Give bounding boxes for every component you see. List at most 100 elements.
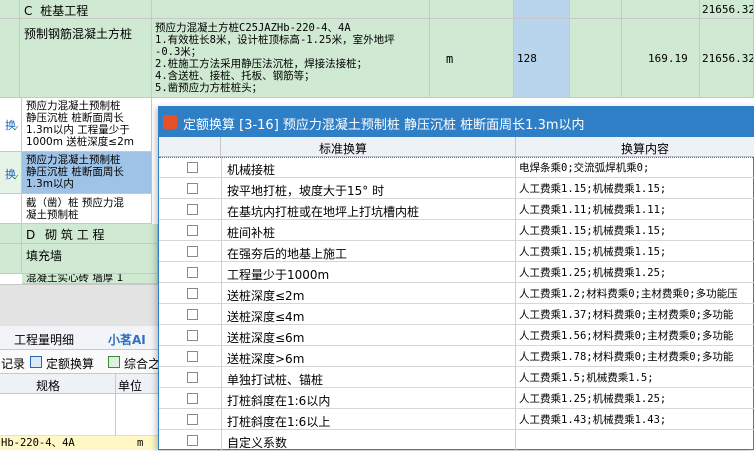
row-d-left[interactable] (0, 224, 22, 244)
quota-line: 凝土预制桩 (26, 209, 79, 221)
row-standard-name: 送桩深度>6m (227, 352, 305, 366)
row-c-left[interactable] (0, 0, 20, 19)
quota-line: 1.3m以内 工程量少于 (26, 124, 130, 136)
quota-line: 截（凿）桩 预应力混 (26, 197, 124, 209)
row-standard-name: 送桩深度≤4m (227, 310, 305, 324)
header-divider (515, 137, 516, 157)
item-row-left[interactable] (0, 19, 20, 98)
tab-ai-assistant[interactable]: 小茗AI (108, 331, 146, 348)
quota-convert-icon (30, 356, 42, 368)
dialog-row[interactable]: 在基坑内打桩或在地坪上打坑槽内桩 人工费乘1.11;机械费乘1.11; (159, 199, 754, 220)
row-fill-left[interactable] (0, 244, 22, 274)
quota-line: 静压沉桩 桩断面周长 (26, 112, 124, 124)
row-convert-content: 人工费乘1.15;机械费乘1.15; (519, 183, 667, 195)
row-c-qty (514, 0, 570, 19)
row-checkbox[interactable] (187, 246, 198, 257)
row-checkbox[interactable] (187, 267, 198, 278)
quota-row-3-name[interactable]: 截（凿）桩 预应力混 凝土预制桩 (22, 194, 152, 224)
row-checkbox[interactable] (187, 435, 198, 446)
row-checkbox[interactable] (187, 204, 198, 215)
row-checkbox[interactable] (187, 162, 198, 173)
partial-row[interactable]: 混凝土实心砖 墙厚 1 (22, 274, 158, 284)
check-mark-icon: ✓ (13, 173, 20, 182)
row-standard-name: 单独打试桩、锚桩 (227, 373, 324, 387)
item-description[interactable]: 预应力混凝土方桩C25JAZHb-220-4、4A 1.有效桩长8米，设计桩顶标… (152, 19, 430, 98)
row-convert-content: 人工费乘1.56;材料费乘0;主材费乘0;多功能 (519, 330, 734, 342)
item-qty[interactable]: 128 (514, 19, 570, 98)
quota-row-2-name[interactable]: 预应力混凝土预制桩 静压沉桩 桩断面周长 1.3m以内 (22, 152, 152, 194)
desc-line: 预应力混凝土方桩C25JAZHb-220-4、4A (155, 22, 351, 34)
quota-row-3-icon-cell[interactable] (0, 194, 22, 224)
combined-icon (108, 356, 120, 368)
section-code: D (26, 228, 36, 242)
section-name: 砌 筑 工 程 (45, 228, 105, 242)
pane-splitter[interactable] (0, 284, 160, 326)
dialog-row[interactable]: 自定义系数 (159, 430, 754, 451)
dialog-title: 定额换算 [3-16] 预应力混凝土预制桩 静压沉桩 桩断面周长1.3m以内 (183, 118, 585, 133)
quota-row-2-icon-cell[interactable]: 换 ✓ (0, 152, 22, 194)
row-checkbox[interactable] (187, 330, 198, 341)
item-price-blank (570, 19, 622, 98)
dialog-row[interactable]: 送桩深度>6m 人工费乘1.78;材料费乘0;主材费乘0;多功能 (159, 346, 754, 367)
row-c-price (570, 0, 622, 19)
quota-line: 1000m 送桩深度≤2m (26, 136, 134, 148)
desc-line: 5.凿预应力方桩桩头； (155, 82, 263, 94)
header-unit: 单位 (118, 379, 143, 393)
row-standard-name: 机械接桩 (227, 163, 276, 177)
row-checkbox[interactable] (187, 393, 198, 404)
dialog-rows: 机械接桩 电焊条乘0;交流弧焊机乘0; 按平地打桩，坡度大于15° 时 人工费乘… (159, 157, 754, 451)
desc-line: 2.桩施工方法采用静压法沉桩，焊接法接桩； (155, 58, 368, 70)
dialog-row[interactable]: 桩间补桩 人工费乘1.15;机械费乘1.15; (159, 220, 754, 241)
quota-row-1-name[interactable]: 预应力混凝土预制桩 静压沉桩 桩断面周长 1.3m以内 工程量少于 1000m … (22, 98, 152, 152)
quota-line: 静压沉桩 桩断面周长 (26, 166, 124, 178)
dialog-row[interactable]: 送桩深度≤4m 人工费乘1.37;材料费乘0;主材费乘0;多功能 (159, 304, 754, 325)
bottom-spec-value: Hb-220-4、4A (1, 437, 75, 449)
row-convert-content: 人工费乘1.15;机械费乘1.15; (519, 225, 667, 237)
row-checkbox[interactable] (187, 414, 198, 425)
dialog-row[interactable]: 在强夯后的地基上施工 人工费乘1.15;机械费乘1.15; (159, 241, 754, 262)
row-standard-name: 桩间补桩 (227, 226, 276, 240)
row-checkbox[interactable] (187, 183, 198, 194)
row-convert-content: 人工费乘1.5;机械费乘1.5; (519, 372, 654, 384)
row-checkbox[interactable] (187, 309, 198, 320)
row-c-name[interactable]: C 桩基工程 (20, 0, 152, 19)
quota-row-1-icon-cell[interactable]: 换 ✓ (0, 98, 22, 152)
check-mark-icon: ✓ (13, 124, 20, 133)
row-c-unit (430, 0, 514, 19)
row-checkbox[interactable] (187, 225, 198, 236)
item-name[interactable]: 预制钢筋混凝土方桩 (20, 19, 152, 98)
item-unit[interactable]: m (430, 19, 514, 98)
toolbar-combined[interactable]: 综合之 (124, 355, 160, 372)
row-convert-content: 人工费乘1.78;材料费乘0;主材费乘0;多功能 (519, 351, 734, 363)
bottom-data-row[interactable]: Hb-220-4、4A m (0, 436, 160, 450)
row-c-price2 (622, 0, 700, 19)
row-checkbox[interactable] (187, 351, 198, 362)
toolbar-quota-convert[interactable]: 定额换算 (46, 355, 94, 372)
dialog-table-header: 标准换算 换算内容 (159, 137, 754, 157)
dialog-row[interactable]: 送桩深度≤6m 人工费乘1.56;材料费乘0;主材费乘0;多功能 (159, 325, 754, 346)
header-spec: 规格 (36, 379, 61, 393)
desc-line: 1.有效桩长8米，设计桩顶标高-1.25米，室外地坪 (155, 34, 395, 46)
row-d-name[interactable]: D 砌 筑 工 程 (22, 224, 158, 244)
app-logo-icon (163, 115, 177, 129)
row-standard-name: 打桩斜度在1:6以内 (227, 394, 331, 408)
dialog-row[interactable]: 工程量少于1000m 人工费乘1.25;机械费乘1.25; (159, 262, 754, 283)
dialog-row[interactable]: 机械接桩 电焊条乘0;交流弧焊机乘0; (159, 157, 754, 178)
toolbar-record[interactable]: 记录 (1, 355, 25, 372)
item-price[interactable]: 169.19 (622, 19, 700, 98)
dialog-row[interactable]: 打桩斜度在1:6以上 人工费乘1.43;机械费乘1.43; (159, 409, 754, 430)
row-standard-name: 送桩深度≤2m (227, 289, 305, 303)
bottom-tab-bar: 工程量明细 小茗AI (0, 326, 160, 350)
row-checkbox[interactable] (187, 372, 198, 383)
row-standard-name: 打桩斜度在1:6以上 (227, 415, 331, 429)
desc-line: 4.含送桩、接桩、托板、钢筋等； (155, 70, 315, 82)
desc-line: -0.3米； (155, 46, 202, 58)
row-checkbox[interactable] (187, 288, 198, 299)
dialog-row[interactable]: 单独打试桩、锚桩 人工费乘1.5;机械费乘1.5; (159, 367, 754, 388)
dialog-row[interactable]: 打桩斜度在1:6以内 人工费乘1.25;机械费乘1.25; (159, 388, 754, 409)
dialog-row[interactable]: 送桩深度≤2m 人工费乘1.2;材料费乘0;主材费乘0;多功能压 (159, 283, 754, 304)
dialog-title-bar[interactable]: 定额换算 [3-16] 预应力混凝土预制桩 静压沉桩 桩断面周长1.3m以内 (159, 107, 754, 137)
fill-wall-name[interactable]: 填充墙 (22, 244, 158, 274)
tab-quantity-detail[interactable]: 工程量明细 (14, 331, 74, 348)
dialog-row[interactable]: 按平地打桩，坡度大于15° 时 人工费乘1.15;机械费乘1.15; (159, 178, 754, 199)
